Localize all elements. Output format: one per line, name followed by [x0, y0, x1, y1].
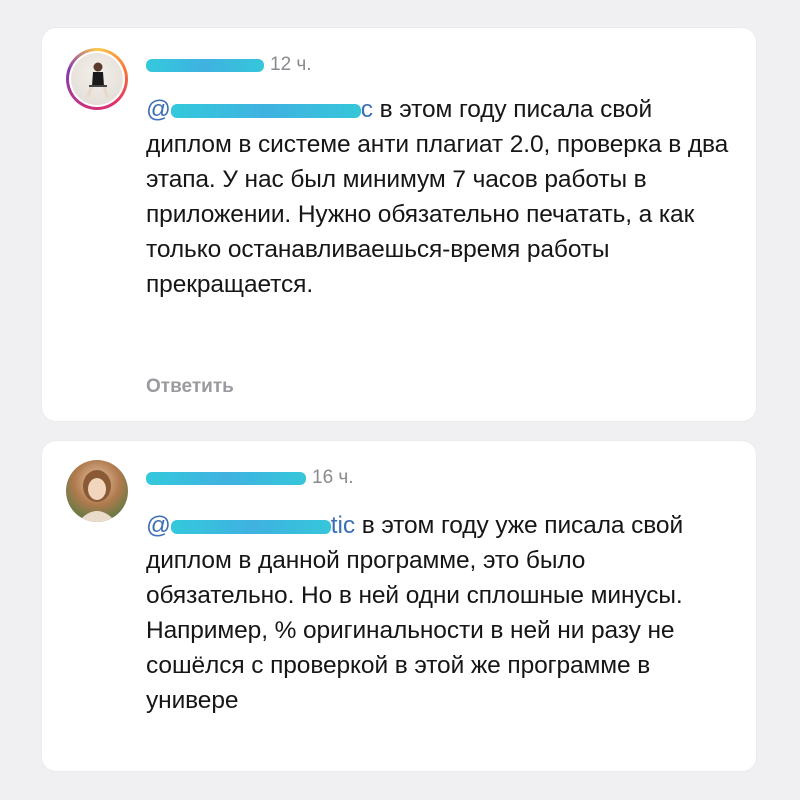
avatar-photo: [66, 460, 128, 522]
timestamp: 12 ч.: [270, 54, 312, 75]
person-silhouette-icon: [86, 62, 109, 98]
redacted-mention: [170, 103, 361, 118]
mention[interactable]: @ c: [146, 92, 373, 127]
redacted-username[interactable]: [146, 58, 264, 72]
reply-button[interactable]: Ответить: [146, 376, 234, 398]
avatar[interactable]: [66, 460, 128, 522]
avatar: [71, 53, 123, 105]
comment-card: 12 ч. @ c в этом году писала свой диплом …: [42, 28, 756, 421]
author-row: 12 ч.: [146, 52, 312, 78]
author-row: 16 ч.: [146, 465, 354, 491]
comment-card: 16 ч. @ tic в этом году уже писала свой д…: [42, 441, 756, 771]
avatar-story-ring[interactable]: [66, 48, 128, 110]
redacted-username[interactable]: [146, 471, 306, 485]
comment-text: @ c в этом году писала свой диплом в сист…: [146, 92, 734, 302]
redacted-mention: [170, 519, 331, 534]
comment-text: @ tic в этом году уже писала свой диплом …: [146, 508, 734, 718]
mention[interactable]: @ tic: [146, 508, 355, 543]
person-portrait-icon: [78, 470, 116, 522]
timestamp: 16 ч.: [312, 467, 354, 488]
